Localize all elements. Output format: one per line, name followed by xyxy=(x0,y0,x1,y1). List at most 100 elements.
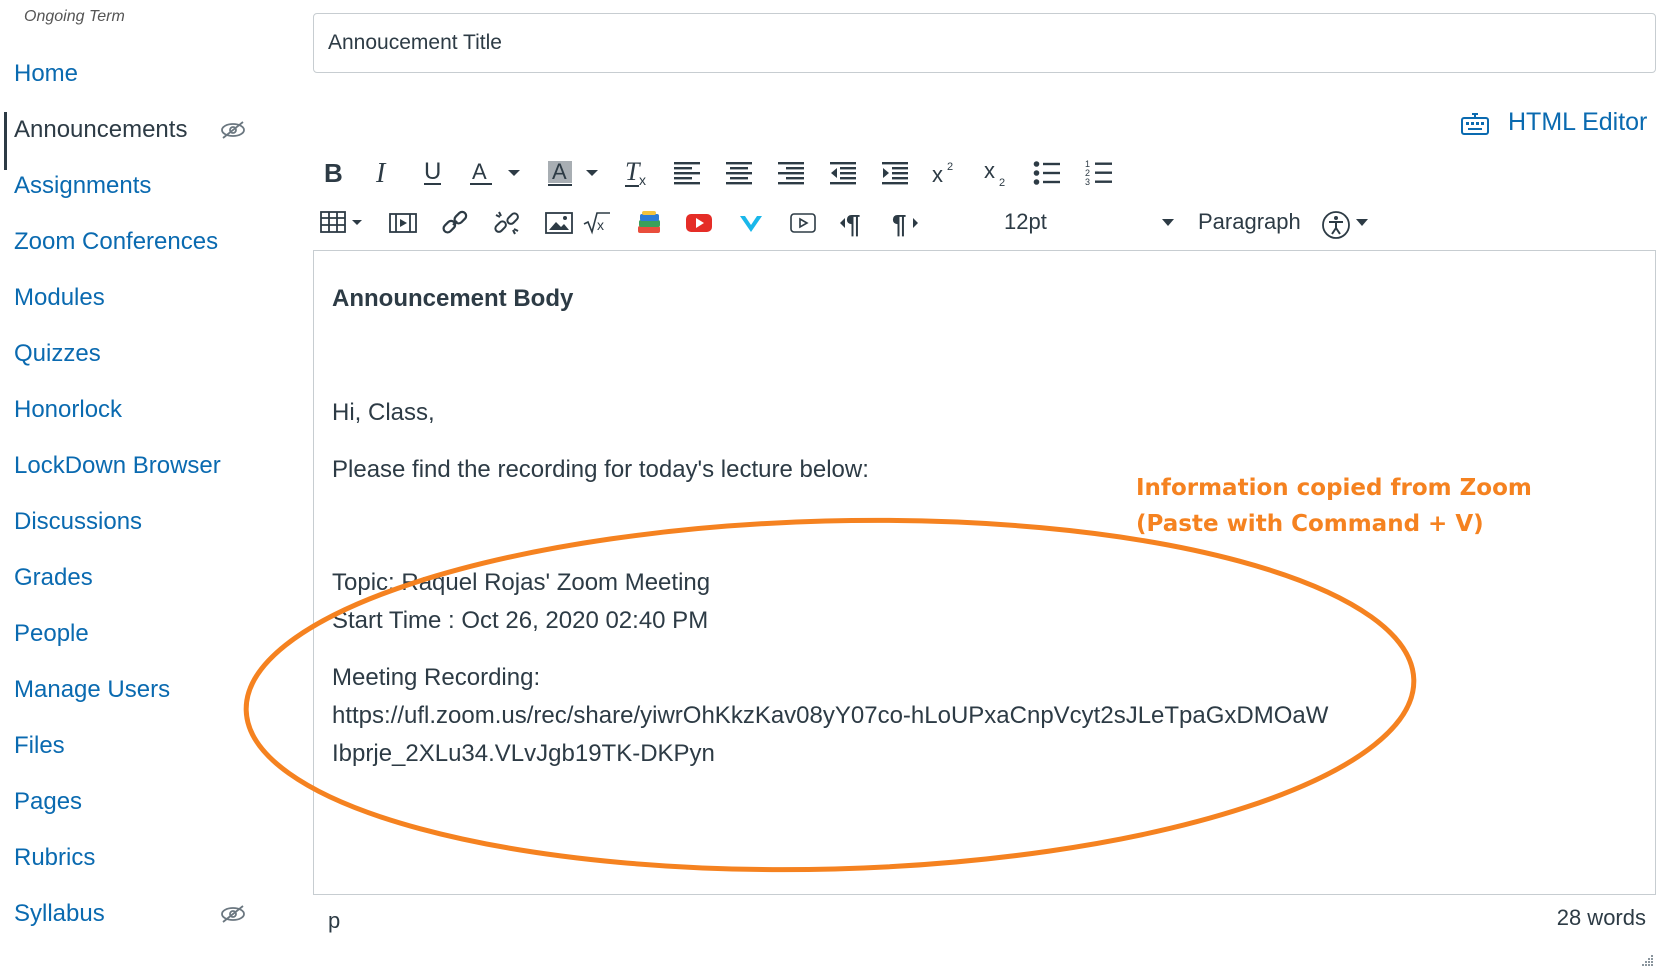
media-button[interactable] xyxy=(388,203,418,243)
course-navigation: Ongoing Term Home Announcements Assignme… xyxy=(0,0,270,975)
term-label: Ongoing Term xyxy=(24,8,125,25)
html-editor-link[interactable]: HTML Editor xyxy=(1460,108,1647,137)
bold-button[interactable]: B xyxy=(320,153,346,193)
superscript-button[interactable]: x2 xyxy=(930,153,960,193)
svg-text:2: 2 xyxy=(947,161,953,173)
font-size-value: 12pt xyxy=(1004,209,1047,234)
eye-slash-icon xyxy=(221,905,245,923)
svg-text:U: U xyxy=(424,158,441,185)
ltr-button[interactable]: ¶ xyxy=(838,203,868,243)
bold-icon: B xyxy=(324,159,343,187)
rtl-button[interactable]: ¶ xyxy=(890,203,920,243)
background-color-button[interactable]: A xyxy=(546,153,606,193)
svg-text:¶: ¶ xyxy=(846,209,860,237)
clear-formatting-icon: Tx xyxy=(625,158,646,188)
subscript-button[interactable]: x2 xyxy=(982,153,1012,193)
svg-text:¶: ¶ xyxy=(892,209,906,237)
video-button[interactable] xyxy=(788,203,818,243)
outdent-button[interactable] xyxy=(828,153,858,193)
recording-url-line-1[interactable]: https://ufl.zoom.us/rec/share/yiwrOhKkzK… xyxy=(332,702,1328,730)
numbered-list-button[interactable]: 123 xyxy=(1084,153,1114,193)
sidebar-item-syllabus[interactable]: Syllabus xyxy=(14,896,105,932)
link-button[interactable] xyxy=(440,203,470,243)
svg-text:x: x xyxy=(597,217,604,233)
svg-text:A: A xyxy=(552,159,567,184)
sidebar-item-honorlock[interactable]: Honorlock xyxy=(14,392,122,428)
annotation-line-1: Information copied from Zoom xyxy=(1136,475,1532,501)
vimeo-icon xyxy=(740,216,762,232)
sidebar-item-lockdown-browser[interactable]: LockDown Browser xyxy=(14,448,221,484)
sidebar-item-manage-users[interactable]: Manage Users xyxy=(14,672,170,708)
word-count: 28 words xyxy=(1556,905,1646,930)
svg-text:B: B xyxy=(324,159,343,187)
apps-button[interactable] xyxy=(634,203,664,243)
body-greeting: Hi, Class, xyxy=(332,399,435,426)
indent-button[interactable] xyxy=(880,153,910,193)
youtube-icon xyxy=(686,214,712,232)
bullet-list-icon xyxy=(1033,161,1060,185)
bullet-list-button[interactable] xyxy=(1032,153,1062,193)
outdent-icon xyxy=(830,162,856,185)
image-button[interactable] xyxy=(544,203,574,243)
text-color-button[interactable]: A xyxy=(468,153,528,193)
unlink-icon xyxy=(494,211,519,235)
sidebar-item-zoom-conferences[interactable]: Zoom Conferences xyxy=(14,224,218,260)
sidebar-item-pages[interactable]: Pages xyxy=(14,784,82,820)
rich-text-editor[interactable]: Announcement Body Hi, Class, Please find… xyxy=(313,250,1656,895)
vimeo-button[interactable] xyxy=(736,203,766,243)
italic-button[interactable]: I xyxy=(370,153,396,193)
svg-text:x: x xyxy=(984,158,995,183)
ltr-icon: ¶ xyxy=(840,209,860,237)
sidebar-item-rubrics[interactable]: Rubrics xyxy=(14,840,95,876)
align-right-button[interactable] xyxy=(776,153,806,193)
sidebar-item-files[interactable]: Files xyxy=(14,728,65,764)
unlink-button[interactable] xyxy=(492,203,522,243)
underline-button[interactable]: U xyxy=(420,153,446,193)
meeting-topic: Topic: Raquel Rojas' Zoom Meeting xyxy=(332,569,711,596)
link-icon xyxy=(442,210,468,234)
resize-handle-icon[interactable] xyxy=(1640,953,1654,967)
svg-text:I: I xyxy=(375,159,387,187)
equation-button[interactable]: x xyxy=(582,203,612,243)
align-left-button[interactable] xyxy=(672,153,702,193)
superscript-icon: x2 xyxy=(932,161,953,187)
body-intro: Please find the recording for today's le… xyxy=(332,456,869,483)
align-center-button[interactable] xyxy=(724,153,754,193)
clear-formatting-button[interactable]: Tx xyxy=(622,153,652,193)
svg-text:x: x xyxy=(932,162,943,187)
sidebar-item-modules[interactable]: Modules xyxy=(14,280,105,316)
youtube-button[interactable] xyxy=(684,203,714,243)
rtl-icon: ¶ xyxy=(892,209,918,237)
background-color-icon: A xyxy=(548,159,598,186)
numbered-list-icon: 123 xyxy=(1085,159,1112,187)
sidebar-item-grades[interactable]: Grades xyxy=(14,560,93,596)
sidebar-item-home[interactable]: Home xyxy=(14,56,78,92)
sidebar-item-assignments[interactable]: Assignments xyxy=(14,168,151,204)
text-color-icon: A xyxy=(470,159,520,185)
sidebar-item-announcements[interactable]: Announcements xyxy=(14,112,187,148)
table-button[interactable] xyxy=(320,203,368,243)
equation-icon: x xyxy=(583,212,610,235)
sidebar-item-quizzes[interactable]: Quizzes xyxy=(14,336,101,372)
chevron-down-icon xyxy=(1162,218,1174,226)
block-format-value: Paragraph xyxy=(1198,209,1301,234)
announcement-title-input[interactable] xyxy=(313,13,1656,73)
svg-text:3: 3 xyxy=(1085,177,1090,187)
align-center-icon xyxy=(726,162,752,185)
keyboard-icon xyxy=(1461,112,1489,135)
align-right-icon xyxy=(778,162,804,185)
sidebar-item-people[interactable]: People xyxy=(14,616,89,652)
svg-text:2: 2 xyxy=(999,177,1005,188)
table-icon xyxy=(320,211,362,233)
annotation-line-2: (Paste with Command + V) xyxy=(1136,511,1484,537)
video-icon xyxy=(790,213,816,233)
subscript-icon: x2 xyxy=(984,158,1005,188)
block-format-select[interactable]: Paragraph xyxy=(1198,207,1368,237)
media-icon xyxy=(389,213,417,233)
italic-icon: I xyxy=(375,159,387,187)
meeting-start-time: Start Time : Oct 26, 2020 02:40 PM xyxy=(332,607,709,634)
font-size-select[interactable]: 12pt xyxy=(1004,207,1174,237)
sidebar-item-discussions[interactable]: Discussions xyxy=(14,504,142,540)
recording-url-line-2[interactable]: Ibprje_2XLu34.VLvJgb19TK-DKPyn xyxy=(332,740,715,768)
indent-icon xyxy=(882,162,908,185)
